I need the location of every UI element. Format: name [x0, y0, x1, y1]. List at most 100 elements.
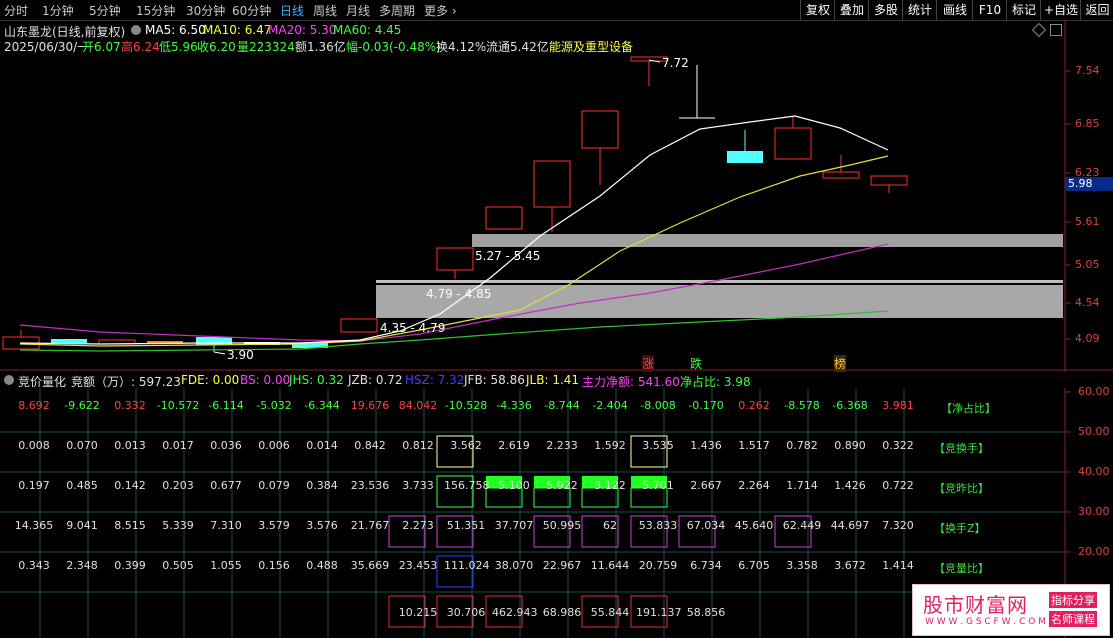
- price-chart: [0, 20, 1113, 372]
- table-cell: 21.767: [350, 519, 390, 532]
- table-cell: -8.744: [544, 399, 580, 412]
- table-cell: 8.515: [114, 519, 146, 532]
- price-tick: 7.54: [1075, 64, 1100, 77]
- indicator-tick: 60.00: [1078, 385, 1110, 398]
- table-cell: 3.733: [402, 479, 434, 492]
- table-cell: 30.706: [446, 606, 486, 619]
- period-5min[interactable]: 5分钟: [89, 2, 121, 19]
- table-cell: 45.640: [734, 519, 774, 532]
- table-cell: 0.014: [306, 439, 338, 452]
- period-30min[interactable]: 30分钟: [186, 2, 225, 19]
- table-cell: 5.922: [546, 479, 578, 492]
- table-cell: -8.008: [640, 399, 676, 412]
- table-cell: -9.622: [64, 399, 100, 412]
- table-cell: 0.399: [114, 559, 146, 572]
- table-cell: 10.215: [398, 606, 438, 619]
- table-cell: -10.572: [156, 399, 200, 412]
- zone-label-1: 5.27 - 5.45: [475, 249, 541, 263]
- table-cell: 0.008: [18, 439, 50, 452]
- indicator-jzb: JZB: 0.72: [348, 373, 403, 387]
- table-cell: 3.562: [450, 439, 482, 452]
- indicator-bs: BS: 0.00: [240, 373, 291, 387]
- table-cell: 3.579: [258, 519, 290, 532]
- table-cell: 37.707: [494, 519, 534, 532]
- table-cell: 2.273: [402, 519, 434, 532]
- price-tick: 5.05: [1075, 258, 1100, 271]
- table-cell: 0.203: [162, 479, 194, 492]
- period-fenshi[interactable]: 分时: [4, 2, 28, 19]
- table-cell: 0.262: [738, 399, 770, 412]
- table-cell: 20.759: [638, 559, 678, 572]
- period-more[interactable]: 更多 ›: [424, 2, 457, 19]
- row-tag-net-ratio: 【净占比】: [941, 402, 996, 415]
- f10-button[interactable]: F10: [972, 0, 1007, 20]
- table-cell: 3.981: [882, 399, 914, 412]
- period-toolbar: 分时 1分钟 5分钟 15分钟 30分钟 60分钟 日线 周线 月线 多周期 更…: [0, 0, 1113, 21]
- multi-stock-button[interactable]: 多股: [868, 0, 903, 20]
- table-cell: 67.034: [686, 519, 726, 532]
- back-button[interactable]: 返回: [1080, 0, 1113, 20]
- table-cell: -2.404: [592, 399, 628, 412]
- watermark-tag-course: 名师课程: [1049, 611, 1097, 627]
- table-cell: 62.449: [782, 519, 822, 532]
- table-cell: 5.339: [162, 519, 194, 532]
- mark-button[interactable]: 标记: [1006, 0, 1041, 20]
- table-cell: -6.368: [832, 399, 868, 412]
- table-cell: -8.578: [784, 399, 820, 412]
- table-cell: 2.619: [498, 439, 530, 452]
- table-cell: 3.122: [594, 479, 626, 492]
- table-cell: 0.156: [258, 559, 290, 572]
- table-cell: 6.734: [690, 559, 722, 572]
- indicator-jlb: JLB: 1.41: [526, 373, 580, 387]
- table-cell: 8.692: [18, 399, 50, 412]
- table-cell: 44.697: [830, 519, 870, 532]
- add-watchlist-button[interactable]: +自选: [1040, 0, 1081, 20]
- table-cell: -10.528: [444, 399, 488, 412]
- indicator-tick: 50.00: [1078, 425, 1110, 438]
- table-cell: 55.844: [590, 606, 630, 619]
- zone-label-3: 4.35 - 4.79: [380, 321, 446, 335]
- table-cell: 1.055: [210, 559, 242, 572]
- table-cell: 23.536: [350, 479, 390, 492]
- table-cell: 0.677: [210, 479, 242, 492]
- indicator-dropdown-icon[interactable]: [4, 375, 14, 385]
- watermark-title: 股市财富网: [923, 593, 1028, 617]
- table-cell: 0.343: [18, 559, 50, 572]
- table-cell: 7.320: [882, 519, 914, 532]
- limit-up-tag: 涨: [642, 355, 655, 372]
- period-1min[interactable]: 1分钟: [42, 2, 74, 19]
- table-cell: 3.535: [642, 439, 674, 452]
- indicator-tick: 20.00: [1078, 545, 1110, 558]
- period-15min[interactable]: 15分钟: [136, 2, 175, 19]
- period-60min[interactable]: 60分钟: [232, 2, 271, 19]
- table-cell: 1.414: [882, 559, 914, 572]
- table-cell: 11.644: [590, 559, 630, 572]
- fuquan-button[interactable]: 复权: [800, 0, 835, 20]
- period-weekly[interactable]: 周线: [313, 2, 337, 19]
- table-cell: 51.351: [446, 519, 486, 532]
- row-tag-auction-prev-ratio: 【竞昨比】: [934, 482, 989, 495]
- table-cell: -6.344: [304, 399, 340, 412]
- statistics-button[interactable]: 统计: [902, 0, 937, 20]
- table-cell: 0.384: [306, 479, 338, 492]
- period-daily[interactable]: 日线: [280, 2, 304, 19]
- row-tag-turnover-z: 【换手Z】: [934, 522, 986, 535]
- table-cell: 0.842: [354, 439, 386, 452]
- table-cell: 111.024: [444, 559, 490, 572]
- table-cell: 68.986: [542, 606, 582, 619]
- table-cell: 0.332: [114, 399, 146, 412]
- period-monthly[interactable]: 月线: [346, 2, 370, 19]
- row-tag-auction-turnover: 【竞换手】: [934, 442, 989, 455]
- indicator-jfb: JFB: 58.86: [464, 373, 525, 387]
- chevron-right-icon: ›: [448, 4, 457, 18]
- table-cell: 2.264: [738, 479, 770, 492]
- rank-tag: 榜: [834, 355, 847, 372]
- period-multi[interactable]: 多周期: [379, 2, 415, 19]
- high-marker-label: 7.72: [662, 56, 689, 70]
- table-cell: 0.488: [306, 559, 338, 572]
- overlay-button[interactable]: 叠加: [834, 0, 869, 20]
- indicator-fde: FDE: 0.00: [181, 373, 240, 387]
- zone-label-2: 4.79 - 4.85: [426, 287, 492, 301]
- draw-line-button[interactable]: 画线: [936, 0, 973, 20]
- table-cell: 3.576: [306, 519, 338, 532]
